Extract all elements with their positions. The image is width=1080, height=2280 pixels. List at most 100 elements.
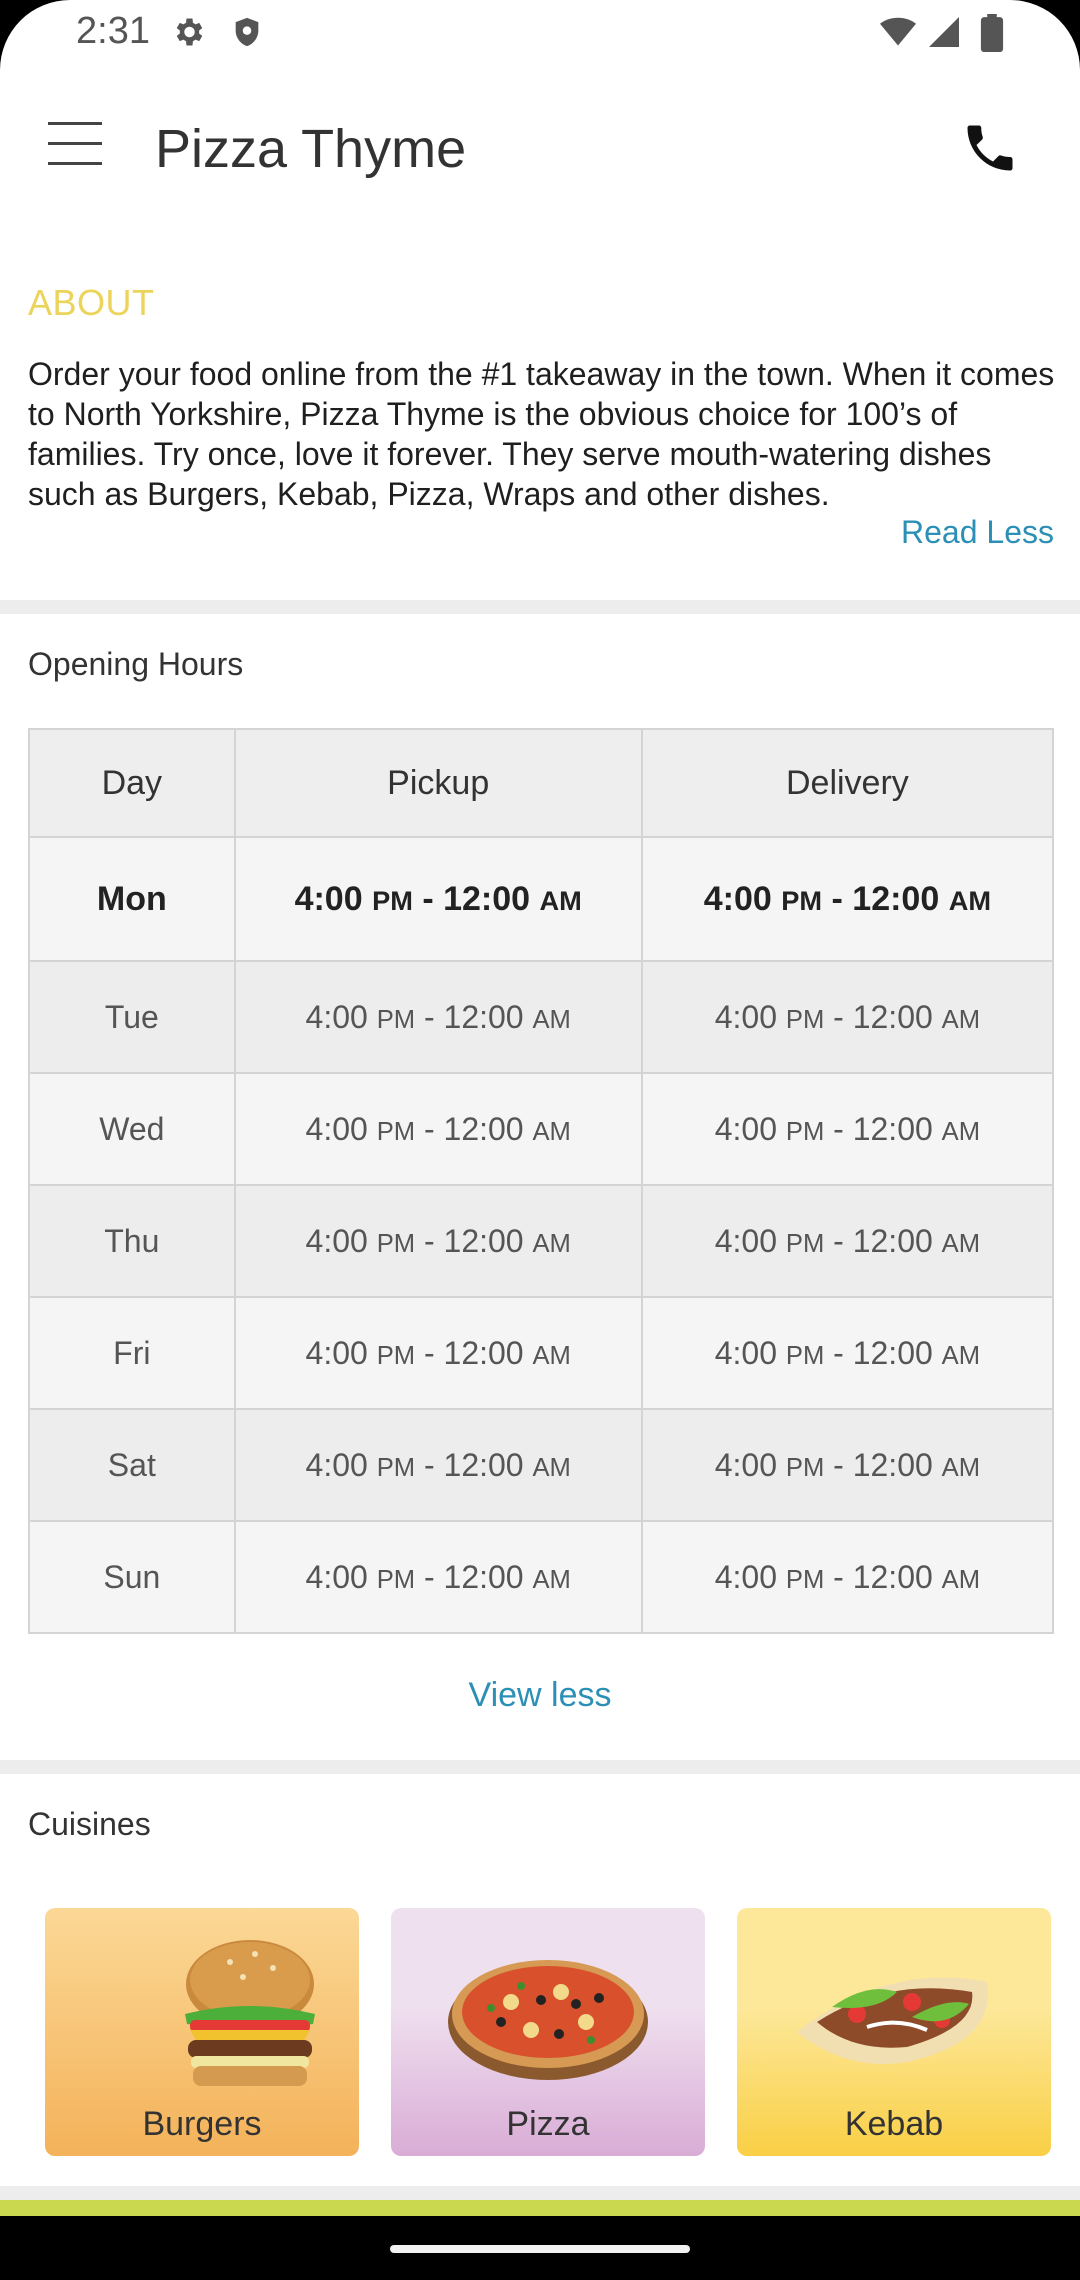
- view-less-link[interactable]: View less: [0, 1676, 1080, 1715]
- delivery-cell: 4:00 PM - 12:00 AM: [640, 960, 1055, 1074]
- app-screen: 2:31 Pizza Thyme ABOUT Order your food o…: [0, 0, 1080, 2280]
- cuisine-card-burgers[interactable]: Burgers: [45, 1908, 359, 2156]
- pickup-close-time: 12:00: [443, 998, 524, 1035]
- cuisine-label: Kebab: [844, 2105, 944, 2143]
- pickup-close-period: AM: [532, 1117, 571, 1146]
- day-cell: Thu: [28, 1184, 236, 1298]
- table-row: Thu 4:00 PM - 12:00 AM 4:00 PM - 12:00 A…: [28, 1184, 1055, 1298]
- delivery-close-period: AM: [941, 1229, 981, 1258]
- burger-image: [185, 1940, 315, 2086]
- cuisine-card-pizza[interactable]: Pizza: [391, 1908, 705, 2156]
- app-title: Pizza Thyme: [155, 119, 467, 179]
- section-divider: [0, 1760, 1080, 1774]
- pickup-open-time: 4:00: [305, 998, 368, 1035]
- delivery-open-time: 4:00: [714, 1446, 777, 1483]
- settings-icon: [170, 14, 206, 55]
- pickup-close-period: AM: [532, 1453, 571, 1482]
- delivery-open-time: 4:00: [703, 879, 772, 918]
- hamburger-menu-icon[interactable]: [48, 122, 104, 170]
- pickup-open-period: PM: [372, 884, 413, 916]
- pickup-close-time: 12:00: [443, 1222, 524, 1259]
- pickup-cell: 4:00 PM - 12:00 AM: [233, 1296, 643, 1410]
- delivery-open-period: PM: [785, 1565, 825, 1594]
- pickup-open-period: PM: [376, 1565, 416, 1594]
- pickup-cell: 4:00 PM - 12:00 AM: [233, 1520, 643, 1634]
- table-header-row: Day Pickup Delivery: [28, 728, 1055, 838]
- pickup-close-time: 12:00: [443, 1446, 524, 1483]
- cuisine-label: Burgers: [142, 2105, 262, 2143]
- pickup-close-period: AM: [532, 1005, 571, 1034]
- day-cell: Mon: [28, 836, 236, 962]
- app-bar: Pizza Thyme: [0, 80, 1080, 220]
- delivery-close-time: 12:00: [852, 1334, 933, 1371]
- delivery-open-period: PM: [785, 1005, 825, 1034]
- delivery-close-time: 12:00: [852, 1110, 933, 1147]
- table-row: Sat 4:00 PM - 12:00 AM 4:00 PM - 12:00 A…: [28, 1408, 1055, 1522]
- pickup-close-time: 12:00: [443, 1558, 524, 1595]
- kebab-image: [797, 1977, 988, 2064]
- pickup-cell: 4:00 PM - 12:00 AM: [233, 1184, 643, 1298]
- delivery-cell: 4:00 PM - 12:00 AM: [640, 1408, 1055, 1522]
- home-gesture-handle[interactable]: [390, 2245, 690, 2253]
- opening-hours-title: Opening Hours: [28, 646, 244, 682]
- table-row: Sun 4:00 PM - 12:00 AM 4:00 PM - 12:00 A…: [28, 1520, 1055, 1634]
- pickup-close-period: AM: [532, 1565, 571, 1594]
- delivery-close-period: AM: [941, 1341, 981, 1370]
- read-less-link[interactable]: Read Less: [901, 514, 1054, 551]
- pickup-open-time: 4:00: [294, 879, 363, 918]
- pickup-close-time: 12:00: [443, 879, 531, 918]
- delivery-open-time: 4:00: [714, 998, 777, 1035]
- cuisines-title: Cuisines: [28, 1806, 151, 1842]
- delivery-close-time: 12:00: [852, 879, 940, 918]
- pickup-cell: 4:00 PM - 12:00 AM: [233, 1408, 643, 1522]
- delivery-open-period: PM: [785, 1453, 825, 1482]
- section-divider: [0, 600, 1080, 614]
- delivery-cell: 4:00 PM - 12:00 AM: [640, 1520, 1055, 1634]
- pickup-open-time: 4:00: [305, 1334, 368, 1371]
- table-row: Fri 4:00 PM - 12:00 AM 4:00 PM - 12:00 A…: [28, 1296, 1055, 1410]
- pickup-open-period: PM: [376, 1005, 416, 1034]
- day-cell: Tue: [28, 960, 236, 1074]
- delivery-open-time: 4:00: [714, 1222, 777, 1259]
- delivery-close-time: 12:00: [852, 1446, 933, 1483]
- delivery-close-period: AM: [941, 1453, 981, 1482]
- cuisine-card-kebab[interactable]: Kebab: [737, 1908, 1051, 2156]
- delivery-close-period: AM: [941, 1117, 981, 1146]
- status-time: 2:31: [76, 10, 150, 52]
- delivery-cell: 4:00 PM - 12:00 AM: [640, 1296, 1055, 1410]
- wifi-icon: [878, 14, 918, 55]
- view-less-label[interactable]: View less: [469, 1676, 612, 1714]
- delivery-open-time: 4:00: [714, 1558, 777, 1595]
- pickup-close-time: 12:00: [443, 1334, 524, 1371]
- pickup-open-time: 4:00: [305, 1222, 368, 1259]
- section-divider: [0, 2186, 1080, 2200]
- header-day: Day: [28, 728, 236, 838]
- day-cell: Sun: [28, 1520, 236, 1634]
- delivery-open-period: PM: [785, 1341, 825, 1370]
- cuisine-label: Pizza: [506, 2105, 590, 2143]
- about-heading: ABOUT: [28, 282, 155, 323]
- delivery-close-time: 12:00: [852, 998, 933, 1035]
- signal-icon: [926, 14, 962, 55]
- about-text: Order your food online from the #1 takea…: [28, 356, 1055, 512]
- pizza-image: [448, 1960, 648, 2080]
- delivery-close-period: AM: [948, 884, 991, 916]
- pickup-close-period: AM: [539, 884, 582, 916]
- pickup-open-period: PM: [376, 1229, 416, 1258]
- pickup-open-period: PM: [376, 1341, 416, 1370]
- pickup-open-time: 4:00: [305, 1446, 368, 1483]
- pickup-open-time: 4:00: [305, 1558, 368, 1595]
- table-row: Wed 4:00 PM - 12:00 AM 4:00 PM - 12:00 A…: [28, 1072, 1055, 1186]
- phone-icon[interactable]: [960, 118, 1020, 178]
- pickup-close-period: AM: [532, 1229, 571, 1258]
- pickup-open-period: PM: [376, 1453, 416, 1482]
- table-row: Mon 4:00 PM - 12:00 AM 4:00 PM - 12:00 A…: [28, 836, 1055, 962]
- pickup-cell: 4:00 PM - 12:00 AM: [233, 1072, 643, 1186]
- day-cell: Wed: [28, 1072, 236, 1186]
- delivery-open-period: PM: [781, 884, 823, 916]
- delivery-close-time: 12:00: [852, 1558, 933, 1595]
- delivery-cell: 4:00 PM - 12:00 AM: [640, 1184, 1055, 1298]
- pickup-cell: 4:00 PM - 12:00 AM: [233, 960, 643, 1074]
- delivery-cell: 4:00 PM - 12:00 AM: [640, 1072, 1055, 1186]
- delivery-close-period: AM: [941, 1005, 981, 1034]
